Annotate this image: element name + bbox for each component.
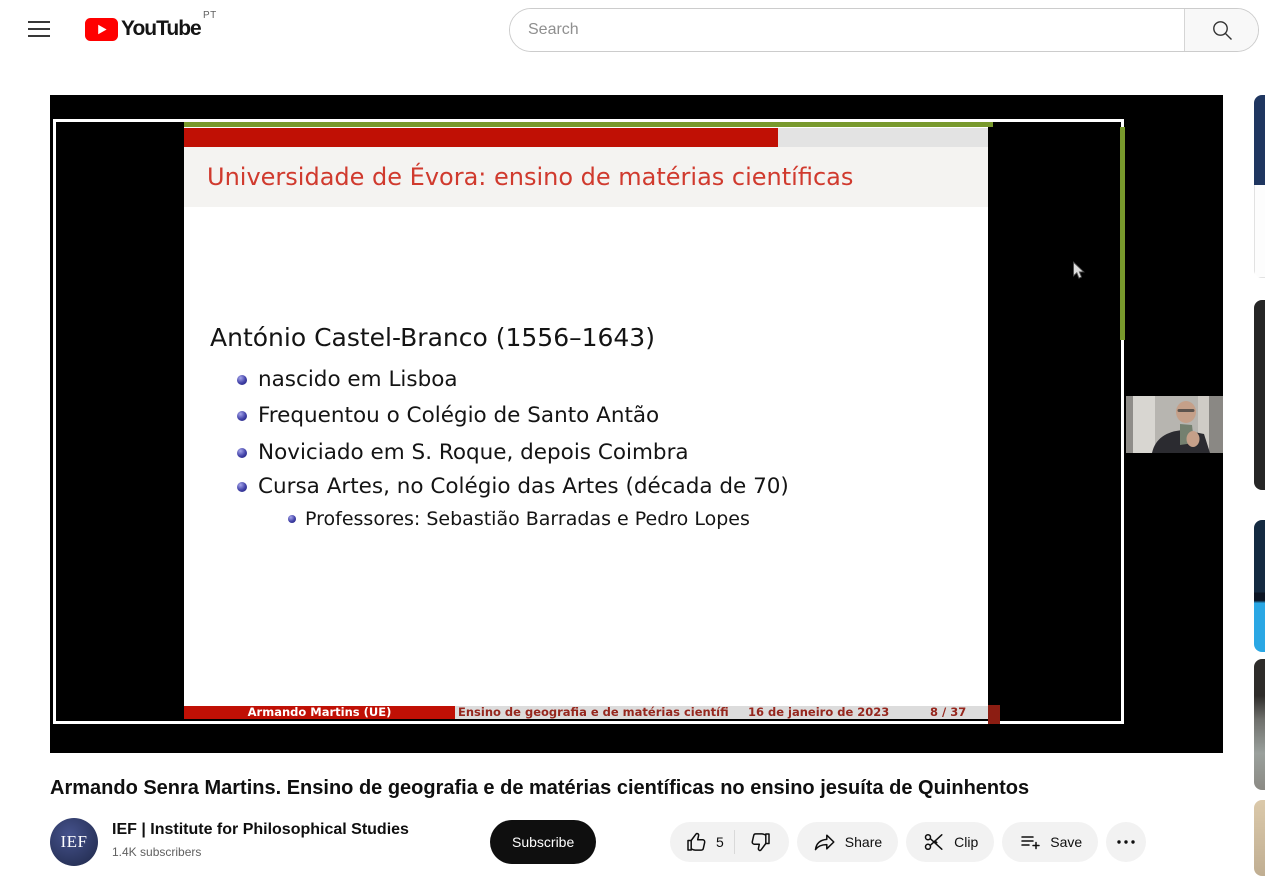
search-icon — [1210, 18, 1234, 42]
video-player[interactable]: Universidade de Évora: ensino de matéria… — [50, 95, 1223, 753]
slide-footer-title: Ensino de geografia e de matérias cientí… — [458, 706, 729, 719]
action-buttons: 5 Share Clip — [670, 822, 1146, 862]
save-button[interactable]: Save — [1002, 822, 1098, 862]
speaker-webcam-overlay — [1126, 396, 1223, 453]
youtube-logo[interactable]: YouTube — [85, 17, 201, 41]
slide-header-red-bar — [184, 128, 778, 147]
related-thumbnail[interactable] — [1254, 800, 1265, 876]
dislike-button[interactable] — [735, 822, 789, 862]
slide-footer-page: 8 / 37 — [930, 706, 966, 719]
subscribe-button[interactable]: Subscribe — [490, 820, 596, 864]
related-thumbnail[interactable] — [1254, 300, 1265, 490]
like-count: 5 — [716, 834, 724, 850]
playlist-add-icon — [1018, 830, 1042, 854]
bullet-text: Cursa Artes, no Colégio das Artes (décad… — [258, 474, 789, 499]
bullet-text: Frequentou o Colégio de Santo Antão — [258, 403, 659, 428]
bullet-icon — [237, 448, 247, 458]
slide-footer-red-endcap — [988, 705, 1000, 724]
like-button[interactable]: 5 — [670, 822, 734, 862]
video-info-row: IEF IEF | Institute for Philosophical St… — [50, 816, 1230, 868]
more-dots-icon — [1114, 830, 1138, 854]
more-actions-button[interactable] — [1106, 822, 1146, 862]
related-thumbnail[interactable] — [1254, 659, 1265, 790]
speaker-video-frame — [1126, 396, 1223, 453]
bullet-icon — [237, 482, 247, 492]
related-thumbnail[interactable] — [1254, 95, 1265, 278]
menu-button[interactable] — [24, 17, 54, 43]
scissors-icon — [922, 830, 946, 854]
youtube-wordmark: YouTube — [121, 17, 201, 41]
masthead: YouTube PT — [0, 0, 1265, 60]
video-title: Armando Senra Martins. Ensino de geograf… — [50, 777, 1190, 800]
slide-heading: António Castel-Branco (1556–1643) — [210, 323, 655, 352]
bullet-icon — [288, 515, 296, 523]
bullet-icon — [237, 375, 247, 385]
slide-footer: Ensino de geografia e de matérias cientí… — [455, 706, 988, 719]
youtube-play-icon — [85, 18, 118, 41]
channel-avatar[interactable]: IEF — [50, 818, 98, 866]
search-input[interactable] — [510, 9, 1184, 51]
bullet-icon — [237, 411, 247, 421]
related-thumbnail[interactable] — [1254, 520, 1265, 652]
thumbs-down-icon — [748, 830, 772, 854]
search-button[interactable] — [1184, 9, 1258, 51]
bullet-text: nascido em Lisboa — [258, 367, 458, 392]
slide-bullet: Noviciado em S. Roque, depois Coimbra — [237, 440, 689, 465]
bullet-text: Professores: Sebastião Barradas e Pedro … — [305, 508, 750, 530]
thumbs-up-icon — [685, 830, 709, 854]
clip-label: Clip — [954, 834, 978, 850]
bullet-text: Noviciado em S. Roque, depois Coimbra — [258, 440, 689, 465]
share-label: Share — [845, 834, 882, 850]
channel-name[interactable]: IEF | Institute for Philosophical Studie… — [112, 821, 409, 839]
search-bar — [509, 8, 1259, 52]
slide-bullet: Frequentou o Colégio de Santo Antão — [237, 403, 659, 428]
slide-sub-bullet: Professores: Sebastião Barradas e Pedro … — [288, 508, 750, 530]
slide-title: Universidade de Évora: ensino de matéria… — [184, 147, 988, 207]
slide-footer-author: Armando Martins (UE) — [184, 706, 455, 719]
presentation-slide: Universidade de Évora: ensino de matéria… — [184, 127, 988, 719]
region-label: PT — [203, 10, 217, 21]
slide-bullet: nascido em Lisboa — [237, 367, 458, 392]
share-icon — [813, 830, 837, 854]
slide-footer-date: 16 de janeiro de 2023 — [748, 706, 889, 719]
slide-bullet: Cursa Artes, no Colégio das Artes (décad… — [237, 474, 789, 499]
hamburger-icon — [26, 18, 52, 40]
clip-button[interactable]: Clip — [906, 822, 994, 862]
slide-header-gray-bar — [778, 128, 988, 147]
mouse-cursor-icon — [1072, 261, 1085, 285]
like-dislike-group: 5 — [670, 822, 789, 862]
save-label: Save — [1050, 834, 1082, 850]
subscriber-count: 1.4K subscribers — [112, 845, 201, 859]
slide-right-green-bar — [1120, 127, 1125, 340]
share-button[interactable]: Share — [797, 822, 898, 862]
